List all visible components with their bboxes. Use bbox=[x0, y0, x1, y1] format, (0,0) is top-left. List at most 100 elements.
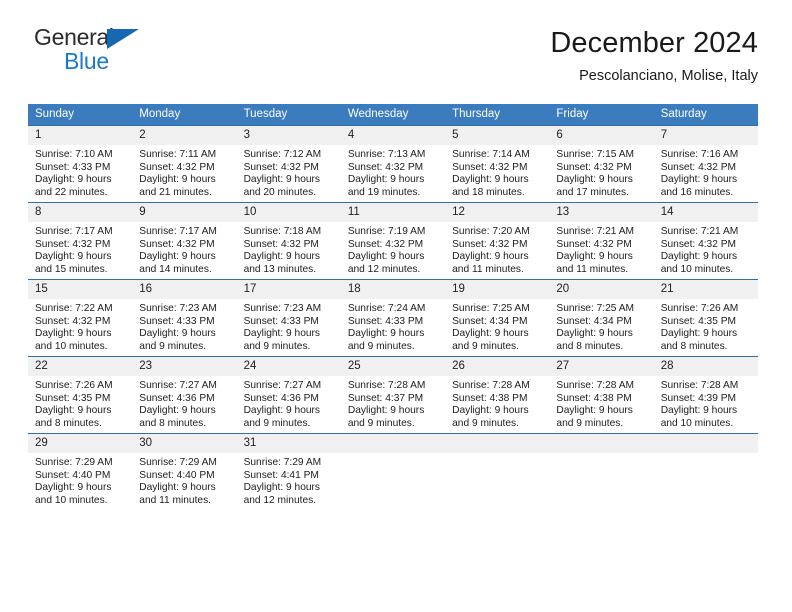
calendar-day-cell[interactable]: 21 Sunrise: 7:26 AM Sunset: 4:35 PM Dayligh… bbox=[653, 279, 758, 357]
day-number: 23 bbox=[132, 357, 237, 376]
calendar-day-cell-empty bbox=[549, 433, 654, 510]
calendar-day-cell[interactable]: 8 Sunrise: 7:17 AM Sunset: 4:32 PM Daylight… bbox=[28, 202, 133, 280]
daylight-text-line2: and 19 minutes. bbox=[347, 186, 421, 198]
daylight-text-line2: and 9 minutes. bbox=[452, 340, 519, 352]
calendar-day-cell[interactable]: 27 Sunrise: 7:28 AM Sunset: 4:38 PM Dayligh… bbox=[549, 356, 654, 434]
calendar-day-cell[interactable]: 18 Sunrise: 7:24 AM Sunset: 4:33 PM Dayligh… bbox=[340, 279, 446, 357]
day-number: 28 bbox=[653, 357, 758, 376]
sunset-text: Sunset: 4:32 PM bbox=[452, 238, 528, 250]
calendar-day-cell[interactable]: 12 Sunrise: 7:20 AM Sunset: 4:32 PM Dayligh… bbox=[445, 202, 550, 280]
sunrise-text: Sunrise: 7:21 AM bbox=[660, 226, 739, 237]
calendar-day-cell[interactable]: 25 Sunrise: 7:28 AM Sunset: 4:37 PM Dayligh… bbox=[340, 356, 446, 434]
calendar-day-cell[interactable]: 29 Sunrise: 7:29 AM Sunset: 4:40 PM Dayligh… bbox=[28, 433, 133, 510]
calendar-day-cell[interactable]: 10 Sunrise: 7:18 AM Sunset: 4:32 PM Dayligh… bbox=[236, 202, 341, 280]
day-details: Sunrise: 7:23 AM Sunset: 4:33 PM Daylight:… bbox=[237, 299, 341, 353]
day-details: Sunrise: 7:17 AM Sunset: 4:32 PM Daylight:… bbox=[28, 222, 132, 276]
day-details: Sunrise: 7:18 AM Sunset: 4:32 PM Daylight:… bbox=[237, 222, 341, 276]
day-details: Sunrise: 7:25 AM Sunset: 4:34 PM Daylight:… bbox=[445, 299, 549, 353]
logo-word-blue: Blue bbox=[64, 48, 109, 74]
daylight-text-line1: Daylight: 9 hours bbox=[347, 251, 425, 263]
calendar-day-cell[interactable]: 26 Sunrise: 7:28 AM Sunset: 4:38 PM Dayligh… bbox=[445, 356, 550, 434]
day-details: Sunrise: 7:21 AM Sunset: 4:32 PM Daylight:… bbox=[654, 222, 758, 276]
calendar-body: 1 Sunrise: 7:10 AM Sunset: 4:33 PM Daylight… bbox=[28, 125, 758, 510]
daylight-text-line2: and 20 minutes. bbox=[243, 186, 317, 198]
sunset-text: Sunset: 4:32 PM bbox=[452, 161, 528, 173]
daylight-text-line1: Daylight: 9 hours bbox=[452, 328, 529, 340]
daylight-text-line2: and 18 minutes. bbox=[452, 186, 525, 198]
day-details: Sunrise: 7:28 AM Sunset: 4:39 PM Daylight:… bbox=[654, 376, 758, 430]
calendar-day-cell[interactable]: 17 Sunrise: 7:23 AM Sunset: 4:33 PM Dayligh… bbox=[236, 279, 341, 357]
day-number: 4 bbox=[340, 126, 446, 145]
day-details: Sunrise: 7:14 AM Sunset: 4:32 PM Daylight:… bbox=[445, 145, 549, 199]
calendar-day-cell[interactable]: 15 Sunrise: 7:22 AM Sunset: 4:32 PM Dayligh… bbox=[28, 279, 133, 357]
calendar-day-cell[interactable]: 16 Sunrise: 7:23 AM Sunset: 4:33 PM Dayligh… bbox=[132, 279, 237, 357]
daylight-text-line2: and 11 minutes. bbox=[556, 263, 629, 275]
sunset-text: Sunset: 4:32 PM bbox=[660, 238, 737, 250]
sunset-text: Sunset: 4:38 PM bbox=[556, 392, 632, 404]
day-details: Sunrise: 7:10 AM Sunset: 4:33 PM Daylight:… bbox=[28, 145, 132, 199]
sunrise-text: Sunrise: 7:17 AM bbox=[35, 226, 113, 237]
daylight-text-line1: Daylight: 9 hours bbox=[35, 251, 112, 263]
day-number: 16 bbox=[132, 280, 237, 299]
calendar-day-cell[interactable]: 6 Sunrise: 7:15 AM Sunset: 4:32 PM Daylight… bbox=[549, 125, 654, 203]
calendar-day-cell[interactable]: 3 Sunrise: 7:12 AM Sunset: 4:32 PM Daylight… bbox=[236, 125, 341, 203]
calendar-day-cell[interactable]: 24 Sunrise: 7:27 AM Sunset: 4:36 PM Dayligh… bbox=[236, 356, 341, 434]
day-details: Sunrise: 7:11 AM Sunset: 4:32 PM Daylight:… bbox=[132, 145, 236, 199]
calendar-week-row: 15 Sunrise: 7:22 AM Sunset: 4:32 PM Dayligh… bbox=[28, 279, 758, 357]
calendar-day-cell[interactable]: 30 Sunrise: 7:29 AM Sunset: 4:40 PM Dayligh… bbox=[132, 433, 237, 510]
sunrise-text: Sunrise: 7:11 AM bbox=[139, 149, 217, 160]
calendar-day-cell[interactable]: 2 Sunrise: 7:11 AM Sunset: 4:32 PM Daylight… bbox=[132, 125, 237, 203]
daylight-text-line2: and 10 minutes. bbox=[660, 417, 734, 429]
daylight-text-line2: and 15 minutes. bbox=[35, 263, 108, 275]
sunset-text: Sunset: 4:32 PM bbox=[556, 161, 632, 173]
daylight-text-line1: Daylight: 9 hours bbox=[139, 174, 216, 186]
daylight-text-line1: Daylight: 9 hours bbox=[243, 405, 321, 417]
calendar-day-cell[interactable]: 14 Sunrise: 7:21 AM Sunset: 4:32 PM Dayligh… bbox=[653, 202, 758, 280]
day-details: Sunrise: 7:28 AM Sunset: 4:37 PM Daylight:… bbox=[341, 376, 445, 430]
calendar-day-cell[interactable]: 20 Sunrise: 7:25 AM Sunset: 4:34 PM Dayligh… bbox=[549, 279, 654, 357]
calendar-week-row: 8 Sunrise: 7:17 AM Sunset: 4:32 PM Daylight… bbox=[28, 202, 758, 280]
sunrise-text: Sunrise: 7:28 AM bbox=[347, 380, 426, 391]
page-title: December 2024 bbox=[550, 27, 758, 59]
calendar-day-cell[interactable]: 13 Sunrise: 7:21 AM Sunset: 4:32 PM Dayligh… bbox=[549, 202, 654, 280]
daylight-text-line1: Daylight: 9 hours bbox=[660, 251, 738, 263]
calendar-day-cell[interactable]: 31 Sunrise: 7:29 AM Sunset: 4:41 PM Dayligh… bbox=[236, 433, 341, 510]
calendar-day-cell[interactable]: 5 Sunrise: 7:14 AM Sunset: 4:32 PM Daylight… bbox=[445, 125, 550, 203]
daylight-text-line1: Daylight: 9 hours bbox=[35, 174, 112, 186]
calendar-day-cell[interactable]: 22 Sunrise: 7:26 AM Sunset: 4:35 PM Dayligh… bbox=[28, 356, 133, 434]
sunset-text: Sunset: 4:37 PM bbox=[347, 392, 424, 404]
daylight-text-line2: and 8 minutes. bbox=[556, 340, 624, 352]
calendar-day-cell[interactable]: 19 Sunrise: 7:25 AM Sunset: 4:34 PM Dayligh… bbox=[445, 279, 550, 357]
daylight-text-line2: and 9 minutes. bbox=[347, 340, 415, 352]
calendar-day-cell[interactable]: 4 Sunrise: 7:13 AM Sunset: 4:32 PM Daylight… bbox=[340, 125, 446, 203]
day-number: 15 bbox=[28, 280, 133, 299]
daylight-text-line1: Daylight: 9 hours bbox=[35, 482, 112, 494]
sunrise-text: Sunrise: 7:17 AM bbox=[139, 226, 217, 237]
calendar-page: General Blue December 2024 Pescolanciano… bbox=[0, 0, 792, 612]
sunset-text: Sunset: 4:32 PM bbox=[347, 161, 424, 173]
day-number: 5 bbox=[445, 126, 550, 145]
page-subtitle: Pescolanciano, Molise, Italy bbox=[579, 67, 758, 84]
sunrise-text: Sunrise: 7:28 AM bbox=[660, 380, 739, 391]
day-details bbox=[341, 453, 445, 457]
general-blue-logo[interactable]: General Blue bbox=[34, 26, 164, 84]
sunrise-text: Sunrise: 7:29 AM bbox=[243, 457, 322, 468]
daylight-text-line1: Daylight: 9 hours bbox=[556, 174, 633, 186]
sunrise-text: Sunrise: 7:19 AM bbox=[347, 226, 426, 237]
sunrise-text: Sunrise: 7:22 AM bbox=[35, 303, 113, 314]
calendar-day-cell[interactable]: 9 Sunrise: 7:17 AM Sunset: 4:32 PM Daylight… bbox=[132, 202, 237, 280]
sunrise-text: Sunrise: 7:21 AM bbox=[556, 226, 634, 237]
calendar-day-cell[interactable]: 23 Sunrise: 7:27 AM Sunset: 4:36 PM Dayligh… bbox=[132, 356, 237, 434]
daylight-text-line1: Daylight: 9 hours bbox=[660, 328, 738, 340]
day-number: 30 bbox=[132, 434, 237, 453]
daylight-text-line1: Daylight: 9 hours bbox=[452, 174, 529, 186]
day-number: 1 bbox=[28, 126, 133, 145]
calendar-day-cell[interactable]: 11 Sunrise: 7:19 AM Sunset: 4:32 PM Dayligh… bbox=[340, 202, 446, 280]
calendar-day-cell[interactable]: 7 Sunrise: 7:16 AM Sunset: 4:32 PM Daylight… bbox=[653, 125, 758, 203]
calendar-day-cell[interactable]: 1 Sunrise: 7:10 AM Sunset: 4:33 PM Daylight… bbox=[28, 125, 133, 203]
sunrise-text: Sunrise: 7:20 AM bbox=[452, 226, 530, 237]
sunset-text: Sunset: 4:33 PM bbox=[347, 315, 424, 327]
day-number: 3 bbox=[236, 126, 341, 145]
calendar-day-cell[interactable]: 28 Sunrise: 7:28 AM Sunset: 4:39 PM Dayligh… bbox=[653, 356, 758, 434]
page-header: General Blue December 2024 Pescolanciano… bbox=[0, 26, 792, 98]
